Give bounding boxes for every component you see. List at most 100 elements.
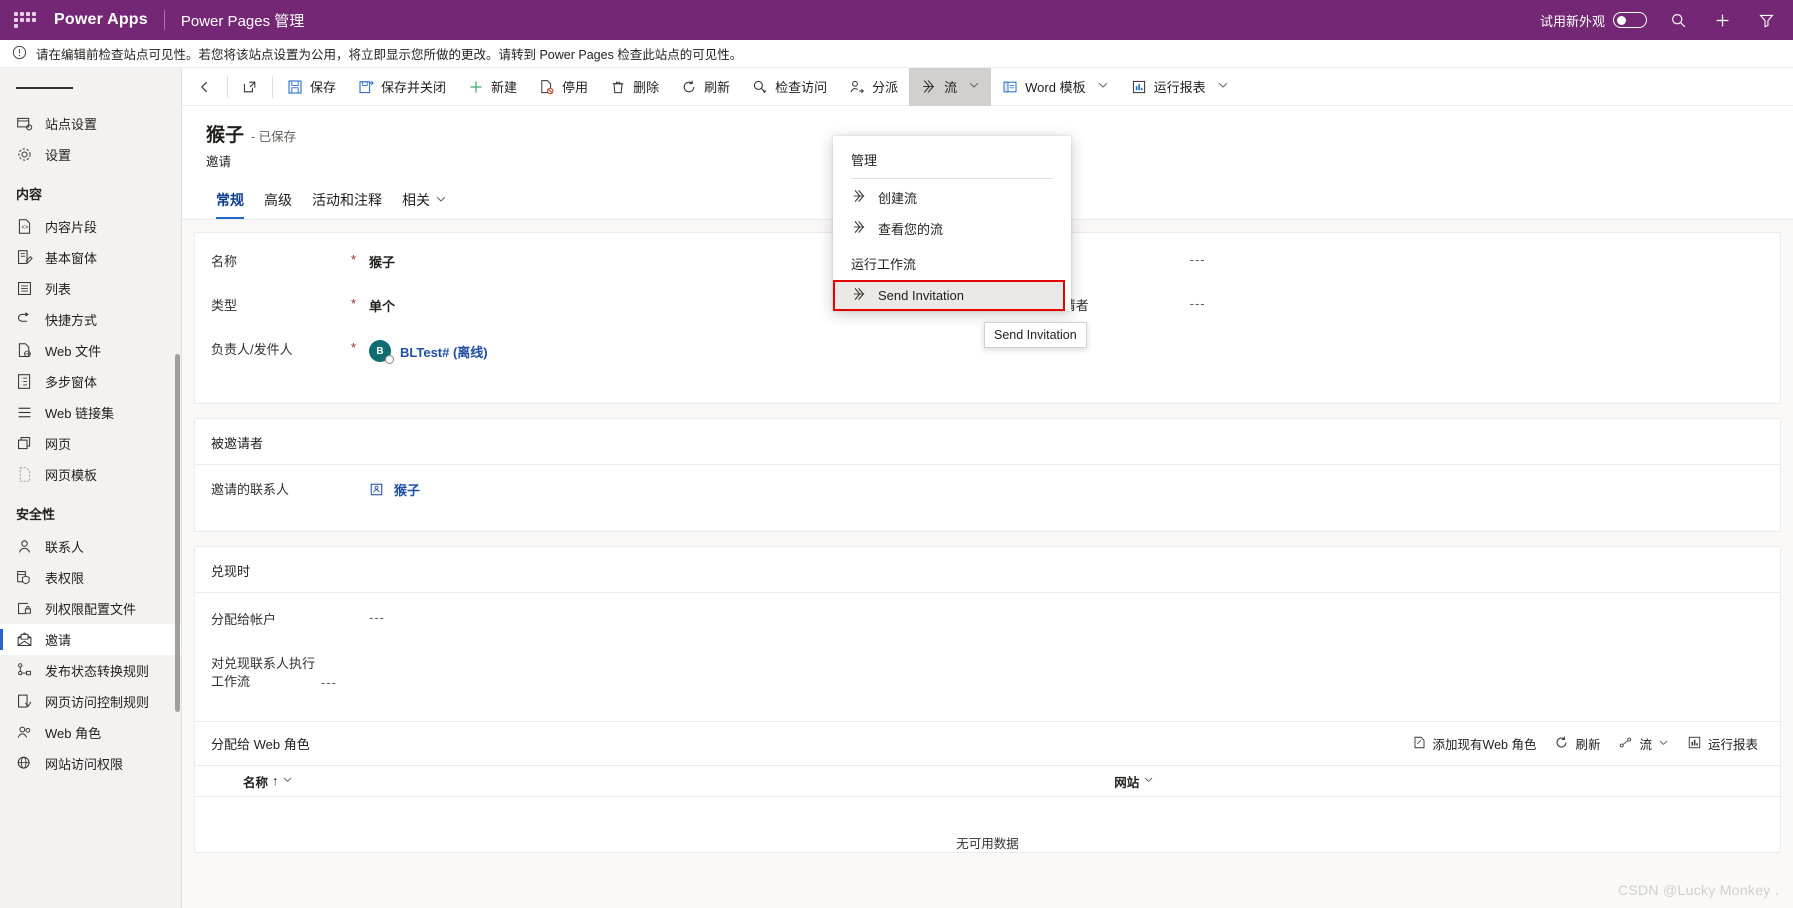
- menu-item-send-invitation[interactable]: Send Invitation: [833, 280, 1065, 311]
- subgrid-column-headers: 名称 ↑ 网站: [195, 765, 1780, 797]
- sidebar-item-shortcut[interactable]: 快捷方式: [0, 304, 181, 335]
- subgrid-flow-button[interactable]: 流: [1610, 730, 1677, 757]
- arrow-left-icon: [197, 79, 213, 95]
- delete-button[interactable]: 删除: [599, 68, 670, 106]
- field-value[interactable]: 猴子: [369, 251, 395, 271]
- sidebar-item-label: 列权限配置文件: [45, 602, 137, 617]
- flow-icon: [1618, 735, 1633, 753]
- filter-icon[interactable]: [1753, 7, 1779, 33]
- refresh-icon: [1554, 735, 1569, 753]
- sidebar-item-multistep-form[interactable]: 多步窗体: [0, 366, 181, 397]
- flow-menu-button[interactable]: 流: [909, 68, 992, 106]
- field-value[interactable]: ---: [321, 653, 337, 690]
- check-access-icon: [752, 79, 768, 95]
- field-label: 负责人/发件人: [211, 342, 293, 357]
- sidebar-item-web-files[interactable]: Web 文件: [0, 335, 181, 366]
- brand-bar: Power Apps Power Pages 管理 试用新外观: [0, 0, 1793, 40]
- back-button[interactable]: [186, 68, 224, 106]
- save-button[interactable]: 保存: [276, 68, 347, 106]
- subgrid-empty-message: 无可用数据: [956, 837, 1019, 851]
- sidebar-item-contacts[interactable]: 联系人: [0, 531, 181, 562]
- sidebar-item-site-access-permissions[interactable]: 网站访问权限: [0, 748, 181, 779]
- subgrid-refresh-button[interactable]: 刷新: [1546, 730, 1608, 757]
- waffle-grid-icon[interactable]: [14, 12, 36, 28]
- field-value[interactable]: 单个: [369, 295, 395, 315]
- sidebar-item-page-access-control-rules[interactable]: 网页访问控制规则: [0, 686, 181, 717]
- open-in-new-window-button[interactable]: [231, 68, 269, 106]
- sidebar-scrollbar[interactable]: [175, 354, 180, 712]
- content-snippet-icon: <>: [16, 218, 33, 235]
- save-and-close-button[interactable]: 保存并关闭: [347, 68, 457, 106]
- command-label: 新建: [491, 80, 518, 95]
- check-access-button[interactable]: 检查访问: [741, 68, 838, 106]
- menu-item-label: Send Invitation: [878, 288, 965, 303]
- column-header-name[interactable]: 名称 ↑: [195, 772, 1114, 791]
- sidebar-item-lists[interactable]: 列表: [0, 273, 181, 304]
- sidebar-item-label: Web 角色: [45, 726, 102, 741]
- sidebar-item-content-snippet[interactable]: <> 内容片段: [0, 211, 181, 242]
- sidebar-item-settings[interactable]: 设置: [0, 139, 181, 170]
- sidebar-item-label: 网页: [45, 437, 72, 452]
- sidebar-item-web-roles[interactable]: Web 角色: [0, 717, 181, 748]
- avatar-initial: B: [376, 345, 384, 357]
- sidebar-item-column-permission-profiles[interactable]: 列权限配置文件: [0, 593, 181, 624]
- action-label: 刷新: [1575, 738, 1601, 752]
- plus-icon[interactable]: [1709, 7, 1735, 33]
- sidebar-group-content: 内容: [16, 187, 43, 202]
- command-divider: [272, 75, 273, 98]
- assign-button[interactable]: 分派: [838, 68, 909, 106]
- menu-item-view-your-flows[interactable]: 查看您的流: [833, 213, 1071, 244]
- app-title[interactable]: Power Apps: [54, 11, 148, 29]
- form-row: 对兑现联系人执行工作流 ---: [211, 653, 1764, 707]
- field-redeem-contact-workflow: 对兑现联系人执行工作流 ---: [211, 653, 337, 691]
- required-indicator: *: [351, 252, 357, 267]
- field-value[interactable]: ---: [1190, 251, 1206, 267]
- tab-general[interactable]: 常规: [206, 184, 254, 219]
- hamburger-icon[interactable]: [0, 68, 181, 108]
- sidebar-item-publishing-state-transition-rules[interactable]: 发布状态转换规则: [0, 655, 181, 686]
- column-header-website[interactable]: 网站: [1114, 772, 1154, 791]
- sidebar-item-basic-form[interactable]: 基本窗体: [0, 242, 181, 273]
- field-value[interactable]: ---: [369, 609, 385, 625]
- gear-icon: [16, 146, 33, 163]
- deactivate-button[interactable]: 停用: [528, 68, 599, 106]
- avatar: B: [369, 340, 394, 364]
- new-look-toggle[interactable]: 试用新外观: [1540, 11, 1647, 30]
- page-access-rule-icon: [16, 693, 33, 710]
- word-template-button[interactable]: Word 模板: [991, 68, 1119, 106]
- menu-item-create-flow[interactable]: 创建流: [833, 182, 1071, 213]
- field-value-lookup[interactable]: 猴子: [369, 479, 420, 499]
- web-page-icon: [16, 435, 33, 452]
- toggle-switch-icon[interactable]: [1613, 12, 1647, 28]
- subgrid-run-report-button[interactable]: 运行报表: [1679, 730, 1766, 757]
- app-subtitle[interactable]: Power Pages 管理: [181, 10, 304, 31]
- tab-label: 相关: [402, 192, 430, 208]
- form-row: 邀请的联系人 猴子: [211, 479, 1764, 511]
- field-value[interactable]: ---: [1190, 295, 1206, 311]
- subgrid-title: 分配给 Web 角色: [211, 737, 310, 752]
- sidebar-item-web-pages[interactable]: 网页: [0, 428, 181, 459]
- sidebar-item-table-permissions[interactable]: 表权限: [0, 562, 181, 593]
- list-icon: [16, 280, 33, 297]
- add-existing-web-role-button[interactable]: 添加现有Web 角色: [1404, 730, 1545, 757]
- refresh-button[interactable]: 刷新: [670, 68, 741, 106]
- run-report-icon: [1687, 735, 1702, 753]
- sidebar-item-page-templates[interactable]: 网页模板: [0, 459, 181, 490]
- search-icon[interactable]: [1665, 7, 1691, 33]
- action-label: 添加现有Web 角色: [1432, 738, 1537, 752]
- run-report-icon: [1131, 79, 1147, 95]
- sidebar-item-site-settings[interactable]: 站点设置: [0, 108, 181, 139]
- tab-activities-notes[interactable]: 活动和注释: [302, 184, 392, 219]
- command-bar: 保存 保存并关闭 新建 停用 删除 刷新 检查访问 分派 流 Word 模板 运…: [182, 68, 1793, 106]
- web-file-icon: [16, 342, 33, 359]
- sidebar-item-invitations[interactable]: 邀请: [0, 624, 181, 655]
- flow-dropdown-menu: 管理 创建流 查看您的流 运行工作流 Send Invitation: [833, 136, 1071, 311]
- field-value-lookup[interactable]: B BLTest# (离线): [369, 339, 488, 364]
- sidebar-item-web-link-set[interactable]: Web 链接集: [0, 397, 181, 428]
- run-report-button[interactable]: 运行报表: [1120, 68, 1240, 106]
- tab-advanced[interactable]: 高级: [254, 184, 302, 219]
- tab-related[interactable]: 相关: [392, 184, 457, 219]
- site-visibility-notification: 请在编辑前检查站点可见性。若您将该站点设置为公用，将立即显示您所做的更改。请转到…: [0, 40, 1793, 68]
- new-button[interactable]: 新建: [457, 68, 528, 106]
- sidebar-item-label: 网页模板: [45, 468, 98, 483]
